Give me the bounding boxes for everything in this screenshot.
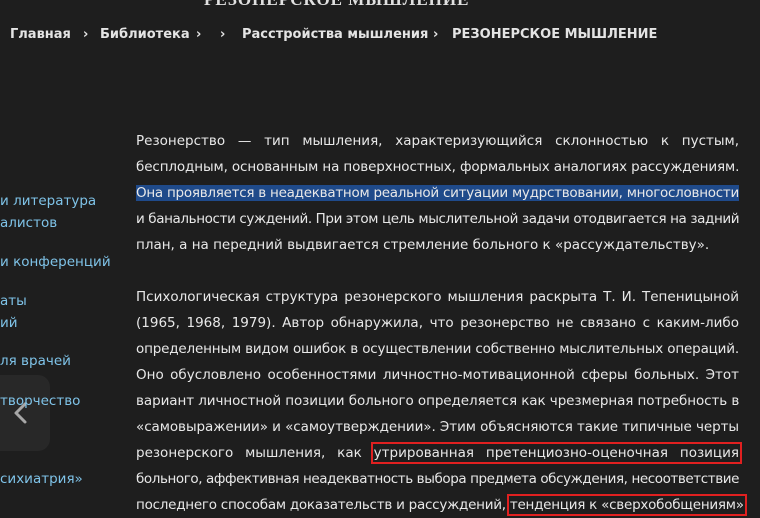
breadcrumb-separator: › xyxy=(196,27,202,42)
breadcrumb-separator: › xyxy=(220,27,226,42)
text-line: больного, аффективная неадекватность выб… xyxy=(136,471,739,487)
article-body: Резонерство — тип мышления, характеризую… xyxy=(136,128,747,518)
text-line: и банальности суждений. При этом цель мы… xyxy=(136,211,740,227)
sidebar-link-literature[interactable]: алистов xyxy=(0,215,57,231)
selected-text[interactable]: Она проявляется в неадекватном реальной … xyxy=(136,185,739,201)
sidebar-link-creativity[interactable]: творчество xyxy=(0,393,80,409)
text-line: определенным видом ошибок в осуществлени… xyxy=(136,341,739,357)
sidebar: и литература алистов и конференций аты и… xyxy=(0,0,118,502)
text-line: (1965, 1968, 1979). Автор обнаружила, чт… xyxy=(136,315,739,331)
sidebar-link-literature[interactable]: и литература xyxy=(0,193,96,209)
text-line: «самовыражении» и «самоутверждении». Эти… xyxy=(136,419,739,435)
article-paragraph-1: Резонерство — тип мышления, характеризую… xyxy=(136,128,740,258)
sidebar-link-psychiatry[interactable]: сихиатрия» xyxy=(0,471,83,487)
page-title-fragment: РЕЗОНЕРСКОЕ МЫШЛЕНИЕ xyxy=(204,0,469,10)
breadcrumb-separator: › xyxy=(433,27,439,42)
breadcrumb-current: РЕЗОНЕРСКОЕ МЫШЛЕНИЕ xyxy=(452,27,658,42)
text-fragment: последнего способам доказательств и расс… xyxy=(136,497,506,513)
text-line: вариант личностной позиции больного опре… xyxy=(136,393,740,409)
text-line: бесплодным, основанным на поверхностных,… xyxy=(136,159,740,175)
text-line: резонерского мышления, как утрированная … xyxy=(136,440,743,466)
sidebar-link-for-doctors[interactable]: ля врачей xyxy=(0,353,71,369)
annotated-phrase-box: тенденция к «сверхобобщениям» xyxy=(506,494,747,516)
sidebar-link-dissertations[interactable]: аты xyxy=(0,293,27,309)
sidebar-link-dissertations[interactable]: ий xyxy=(0,315,18,331)
sidebar-link-conferences[interactable]: и конференций xyxy=(0,254,111,270)
text-fragment: резонерского мышления, как xyxy=(136,445,362,461)
sidebar-collapse-button[interactable] xyxy=(0,375,50,451)
annotated-phrase-box: утрированная претенциозно-оценочная пози… xyxy=(370,442,743,464)
article-paragraph-2: Психологическая структура резонерского м… xyxy=(136,284,747,518)
text-line: Психологическая структура резонерского м… xyxy=(136,289,739,305)
text-line: Резонерство — тип мышления, характеризую… xyxy=(136,133,739,149)
text-line: последнего способам доказательств и расс… xyxy=(136,492,747,518)
text-line: Оно обусловлено особенностями личностно-… xyxy=(136,367,739,383)
breadcrumb-section[interactable]: Расстройства мышления xyxy=(242,27,428,42)
text-line: план, а на передний выдвигается стремлен… xyxy=(136,237,710,253)
